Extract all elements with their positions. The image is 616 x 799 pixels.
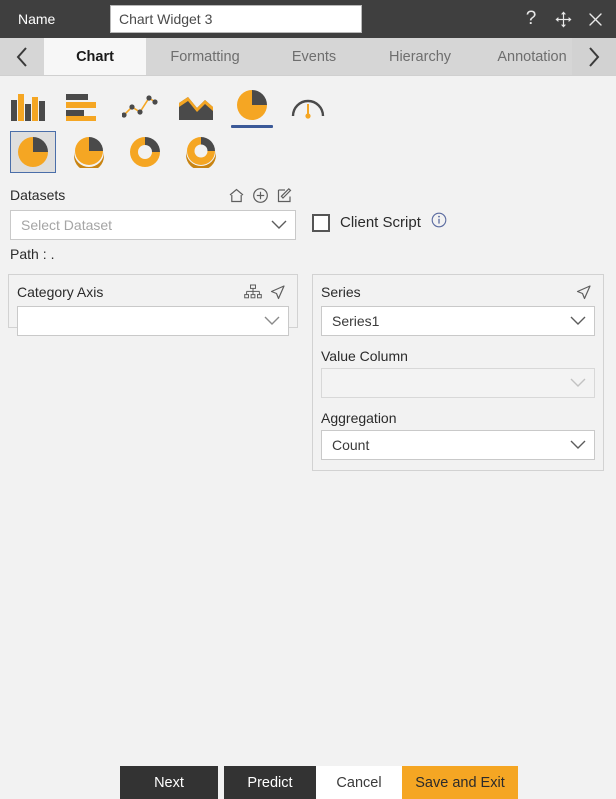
dataset-select[interactable]: Select Dataset — [10, 210, 296, 240]
dataset-select-value: Select Dataset — [21, 217, 271, 233]
tab-formatting[interactable]: Formatting — [146, 38, 264, 75]
column-chart-underline — [7, 125, 49, 128]
value-column-select[interactable] — [321, 368, 595, 398]
tabs-scroll-right-button[interactable] — [572, 38, 616, 75]
chevron-down-icon — [271, 220, 287, 230]
aggregation-label: Aggregation — [321, 410, 595, 426]
config-panels: Category Axis — [0, 274, 616, 480]
bar-chart-underline — [63, 125, 105, 128]
next-button[interactable]: Next — [120, 766, 218, 799]
hierarchy-tree-icon[interactable] — [241, 281, 265, 303]
footer-buttons: Next Predict Cancel Save and Exit — [0, 766, 616, 789]
info-circle-icon[interactable] — [431, 212, 447, 233]
add-circle-icon[interactable] — [248, 184, 272, 206]
category-axis-header: Category Axis — [17, 281, 289, 303]
path-label: Path : — [10, 246, 47, 262]
bar-chart-icon[interactable] — [56, 91, 112, 128]
chevron-down-icon — [570, 440, 586, 450]
client-script-label: Client Script — [340, 214, 421, 231]
tab-events[interactable]: Events — [264, 38, 364, 75]
series-panel: Series Series1 Value Column — [312, 274, 604, 471]
chart-subtype-row — [0, 128, 616, 176]
help-icon[interactable]: ? — [518, 6, 544, 32]
tab-hierarchy[interactable]: Hierarchy — [364, 38, 476, 75]
widget-name-input[interactable] — [110, 5, 362, 33]
name-label: Name — [18, 11, 110, 27]
series-select[interactable]: Series1 — [321, 306, 595, 336]
pie-flat-icon[interactable] — [10, 131, 56, 173]
tab-bar: Chart Formatting Events Hierarchy Annota… — [0, 38, 616, 76]
chevron-down-icon — [570, 378, 586, 388]
chart-type-primary-row — [0, 82, 616, 128]
cursor-arrow-icon[interactable] — [265, 281, 289, 303]
column-chart-icon[interactable] — [0, 91, 56, 128]
series-select-value: Series1 — [332, 313, 570, 329]
titlebar-actions: ? — [518, 0, 608, 38]
series-title: Series — [321, 284, 571, 300]
category-axis-panel: Category Axis — [8, 274, 298, 328]
donut-3d-icon[interactable] — [178, 131, 224, 173]
area-chart-icon[interactable] — [168, 91, 224, 128]
path-row: Path : . — [10, 246, 616, 262]
cursor-arrow-icon[interactable] — [571, 281, 595, 303]
client-script-checkbox[interactable] — [312, 214, 330, 232]
chevron-down-icon — [264, 316, 280, 326]
predict-button[interactable]: Predict — [224, 766, 316, 799]
datasets-label: Datasets — [10, 187, 224, 203]
home-icon[interactable] — [224, 184, 248, 206]
pie-3d-icon[interactable] — [66, 131, 112, 173]
path-value: . — [51, 246, 55, 262]
datasets-header: Datasets — [10, 184, 296, 206]
tab-chart[interactable]: Chart — [44, 38, 146, 75]
line-chart-underline — [119, 125, 161, 128]
aggregation-value: Count — [332, 437, 570, 453]
move-arrows-icon[interactable] — [550, 6, 576, 32]
title-bar: Name ? — [0, 0, 616, 38]
gauge-chart-underline — [287, 125, 329, 128]
tab-strip: Chart Formatting Events Hierarchy Annota… — [44, 38, 572, 75]
tabs-scroll-left-button[interactable] — [0, 38, 44, 75]
close-x-icon[interactable] — [582, 6, 608, 32]
category-axis-title: Category Axis — [17, 284, 241, 300]
pie-chart-icon[interactable] — [224, 89, 280, 128]
value-column-label: Value Column — [321, 348, 595, 364]
gauge-chart-icon[interactable] — [280, 91, 336, 128]
aggregation-select[interactable]: Count — [321, 430, 595, 460]
chart-type-selector — [0, 76, 616, 178]
save-and-exit-button[interactable]: Save and Exit — [402, 766, 518, 799]
pie-chart-underline — [231, 125, 273, 128]
form-area: Datasets Select Dataset — [0, 184, 616, 480]
donut-flat-icon[interactable] — [122, 131, 168, 173]
area-chart-underline — [175, 125, 217, 128]
cancel-button[interactable]: Cancel — [316, 766, 402, 799]
tab-annotation[interactable]: Annotation — [476, 38, 572, 75]
category-axis-select[interactable] — [17, 306, 289, 336]
chevron-down-icon — [570, 316, 586, 326]
line-chart-icon[interactable] — [112, 91, 168, 128]
edit-pencil-icon[interactable] — [272, 184, 296, 206]
series-header: Series — [321, 281, 595, 303]
client-script-row[interactable]: Client Script — [312, 212, 447, 233]
